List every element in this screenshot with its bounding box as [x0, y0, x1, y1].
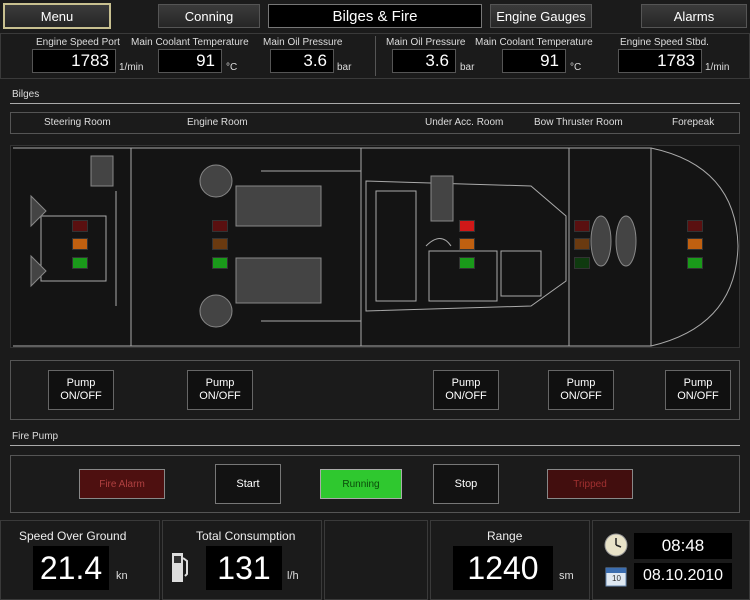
engine-gauges-button[interactable]: Engine Gauges: [490, 4, 592, 28]
coolant-temp-port-label: Main Coolant Temperature: [131, 37, 249, 48]
pump-toggle-label: Pump ON/OFF: [199, 377, 241, 402]
engine-speed-port-label: Engine Speed Port: [36, 37, 120, 48]
bilge-alarm-high-forepeak-led: [687, 220, 703, 232]
bilge-alarm-high-engine-led: [212, 220, 228, 232]
room-labels-bar: [10, 112, 740, 134]
bilge-pump-under-acc-led: [459, 257, 475, 269]
bilge-alarm-high-under-acc-led: [459, 220, 475, 232]
room-label-engine: Engine Room: [187, 117, 248, 128]
consumption-label: Total Consumption: [196, 529, 296, 543]
bilge-alarm-low-bow-thruster-led: [574, 238, 590, 250]
fire-pump-tripped-indicator: Tripped: [547, 469, 633, 499]
fire-alarm-indicator: Fire Alarm: [79, 469, 165, 499]
fire-pump-running-indicator: Running: [320, 469, 402, 499]
ship-layout-diagram: [10, 145, 740, 348]
room-label-forepeak: Forepeak: [672, 117, 715, 128]
fire-pump-separator: [10, 445, 740, 446]
engine-speed-stbd-label: Engine Speed Stbd.: [620, 37, 709, 48]
oil-pressure-port-label: Main Oil Pressure: [263, 37, 343, 48]
fuel-pump-icon: [170, 550, 190, 584]
pump-toggle-steering-button[interactable]: Pump ON/OFF: [48, 370, 114, 410]
empty-status-panel: [324, 520, 428, 600]
pump-toggle-label: Pump ON/OFF: [60, 377, 102, 402]
bilges-separator: [10, 103, 740, 104]
pump-toggle-engine-button[interactable]: Pump ON/OFF: [187, 370, 253, 410]
oil-pressure-port-value: 3.6: [270, 49, 334, 73]
pump-toggle-label: Pump ON/OFF: [677, 377, 719, 402]
bilge-alarm-high-steering-led: [72, 220, 88, 232]
range-unit: sm: [559, 570, 574, 582]
pump-toggle-under-acc-button[interactable]: Pump ON/OFF: [433, 370, 499, 410]
coolant-temp-port-value: 91: [158, 49, 222, 73]
page-title: Bilges & Fire: [268, 4, 482, 28]
pump-toggle-forepeak-button[interactable]: Pump ON/OFF: [665, 370, 731, 410]
fire-pump-section-title: Fire Pump: [12, 431, 59, 442]
coolant-temp-stbd-value: 91: [502, 49, 566, 73]
bilges-section-title: Bilges: [12, 89, 40, 100]
engine-speed-port-value: 1783: [32, 49, 116, 73]
pump-toggle-label: Pump ON/OFF: [445, 377, 487, 402]
alarms-button[interactable]: Alarms: [641, 4, 747, 28]
fire-pump-stop-button[interactable]: Stop: [433, 464, 499, 504]
bilge-alarm-low-forepeak-led: [687, 238, 703, 250]
bilge-alarm-high-bow-thruster-led: [574, 220, 590, 232]
menu-button[interactable]: Menu: [3, 3, 111, 29]
time-value: 08:48: [634, 533, 732, 559]
bilge-alarm-low-engine-led: [212, 238, 228, 250]
consumption-unit: l/h: [287, 570, 299, 582]
room-label-steering: Steering Room: [44, 117, 111, 128]
room-label-under-acc: Under Acc. Room: [425, 117, 504, 128]
bilge-pump-forepeak-led: [687, 257, 703, 269]
range-value: 1240: [453, 546, 553, 590]
calendar-day: 10: [612, 574, 621, 583]
pump-toggle-label: Pump ON/OFF: [560, 377, 602, 402]
range-label: Range: [487, 529, 523, 543]
coolant-temp-stbd-label: Main Coolant Temperature: [475, 37, 593, 48]
pump-buttons-panel: [10, 360, 740, 420]
sog-label: Speed Over Ground: [19, 529, 127, 543]
fire-pump-start-button[interactable]: Start: [215, 464, 281, 504]
conning-button[interactable]: Conning: [158, 4, 260, 28]
bilge-alarm-low-steering-led: [72, 238, 88, 250]
pump-toggle-bow-thruster-button[interactable]: Pump ON/OFF: [548, 370, 614, 410]
bilge-pump-bow-thruster-led: [574, 257, 590, 269]
coolant-temp-port-unit: °C: [226, 62, 238, 73]
clock-icon: [604, 533, 628, 557]
bilge-pump-engine-led: [212, 257, 228, 269]
coolant-temp-stbd-unit: °C: [570, 62, 582, 73]
consumption-value: 131: [206, 546, 282, 590]
gauges-divider: [375, 36, 376, 76]
bilge-pump-steering-led: [72, 257, 88, 269]
oil-pressure-port-unit: bar: [337, 62, 352, 73]
engine-speed-stbd-value: 1783: [618, 49, 702, 73]
engine-speed-stbd-unit: 1/min: [705, 62, 730, 73]
oil-pressure-stbd-label: Main Oil Pressure: [386, 37, 466, 48]
sog-unit: kn: [116, 570, 128, 582]
oil-pressure-stbd-value: 3.6: [392, 49, 456, 73]
sog-value: 21.4: [33, 546, 109, 590]
hull-outline: [13, 147, 739, 347]
engine-speed-port-unit: 1/min: [119, 62, 144, 73]
date-value: 08.10.2010: [634, 563, 732, 589]
bilge-alarm-low-under-acc-led: [459, 238, 475, 250]
room-label-bow-thruster: Bow Thruster Room: [534, 117, 623, 128]
oil-pressure-stbd-unit: bar: [460, 62, 475, 73]
